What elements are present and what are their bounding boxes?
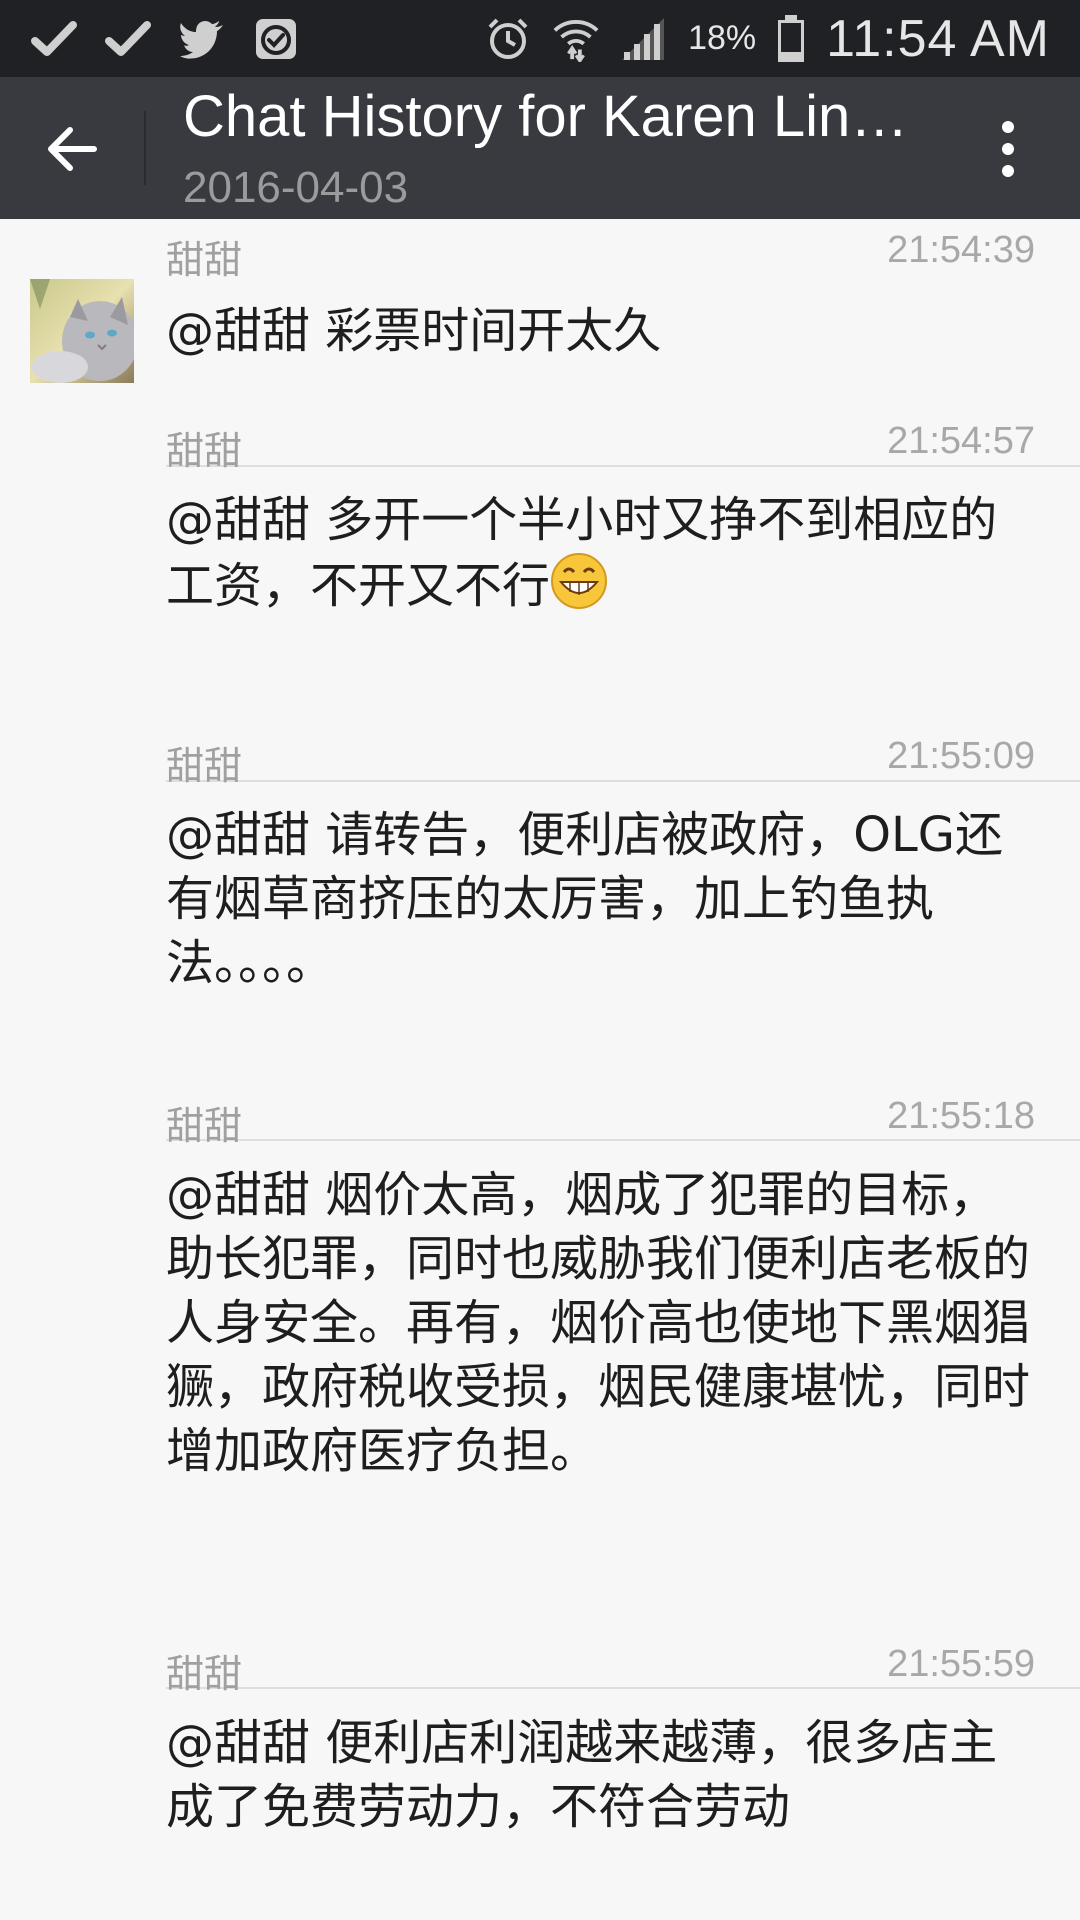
battery-percent: 18% [688, 19, 757, 57]
check-icon [30, 15, 78, 63]
message-text: @甜甜 多开一个半小时又挣不到相应的工资，不开又不行 [166, 488, 1034, 618]
sender-name: 甜甜 [166, 1104, 243, 1148]
message-timestamp: 21:55:18 [887, 1095, 1035, 1137]
message-text: @甜甜 烟价太高，烟成了犯罪的目标，助长犯罪，同时也威胁我们便利店老板的人身安全… [166, 1167, 1031, 1479]
list-item[interactable]: 甜甜 21:55:59 @甜甜 便利店利润越来越薄，很多店主成了免费劳动力，不符… [166, 1643, 1080, 1920]
clock: 11:54 AM [826, 9, 1050, 68]
alarm-icon [484, 15, 532, 63]
status-bar: 18% 11:54 AM [0, 0, 1080, 77]
sender-name: 甜甜 [166, 1652, 243, 1696]
message-text: @甜甜 便利店利润越来越薄，很多店主成了免费劳动力，不符合劳动 [166, 1715, 998, 1835]
message-text: @甜甜 彩票时间开太久 [166, 303, 662, 359]
wifi-icon [552, 15, 600, 63]
list-item[interactable]: 甜甜 21:54:57 @甜甜 多开一个半小时又挣不到相应的工资，不开又不行 [166, 420, 1080, 720]
message-text: @甜甜 请转告，便利店被政府，OLG还有烟草商挤压的太厉害，加上钓鱼执法。。。。 [166, 807, 1003, 991]
list-item[interactable]: 甜甜 21:55:18 @甜甜 烟价太高，烟成了犯罪的目标，助长犯罪，同时也威胁… [166, 1095, 1080, 1595]
back-arrow-icon [48, 127, 97, 171]
message-timestamp: 21:54:57 [887, 420, 1035, 462]
back-button[interactable] [36, 113, 108, 185]
sender-name: 甜甜 [166, 429, 243, 473]
list-item[interactable]: 甜甜 21:54:39 @甜甜 彩票时间开太久 [166, 229, 1080, 379]
grin-emoji-icon [551, 553, 608, 609]
more-vert-icon [1002, 121, 1014, 177]
task-check-icon [252, 15, 300, 63]
more-options-button[interactable] [972, 113, 1044, 185]
chat-history-list[interactable]: 甜甜 21:54:39 @甜甜 彩票时间开太久 甜甜 21:54:57 @甜甜 … [0, 219, 1080, 1920]
message-timestamp: 21:54:39 [887, 229, 1035, 271]
twitter-icon [178, 15, 226, 63]
page-title: Chat History for Karen Lin… [183, 84, 909, 149]
battery-icon [776, 14, 806, 63]
app-bar: Chat History for Karen Lin… 2016-04-03 [0, 77, 1080, 219]
sender-name: 甜甜 [166, 744, 243, 788]
check-icon [104, 15, 152, 63]
signal-icon [620, 15, 668, 63]
message-timestamp: 21:55:59 [887, 1643, 1035, 1685]
sender-name: 甜甜 [166, 238, 243, 282]
message-timestamp: 21:55:09 [887, 735, 1035, 777]
app-bar-divider [144, 111, 146, 185]
page-subtitle-date: 2016-04-03 [183, 163, 409, 212]
list-item[interactable]: 甜甜 21:55:09 @甜甜 请转告，便利店被政府，OLG还有烟草商挤压的太厉… [166, 735, 1080, 1075]
avatar[interactable] [30, 279, 134, 383]
